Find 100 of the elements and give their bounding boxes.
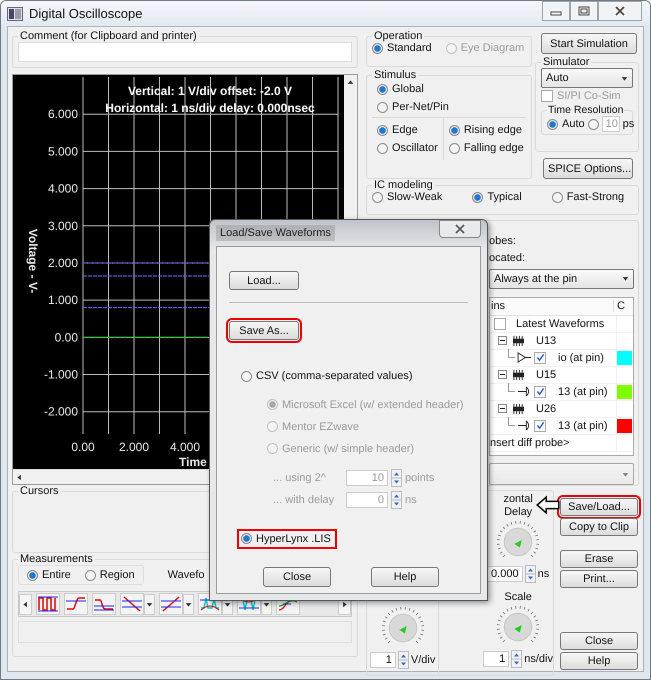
callout-arrow xyxy=(536,493,560,517)
caret-icon xyxy=(146,600,153,608)
axis-tick-label: 0.00 xyxy=(71,440,95,454)
dialog-button[interactable]: Help xyxy=(371,567,439,587)
radio-button[interactable]: Global xyxy=(377,83,526,95)
checkbox[interactable] xyxy=(534,386,546,398)
axis-tick-label: 1.000 xyxy=(48,293,78,308)
pin-icon xyxy=(517,386,532,398)
unit-label: ns xyxy=(538,568,550,580)
group-label: Stimulus xyxy=(373,69,418,81)
number-field[interactable]: 1 xyxy=(483,651,510,667)
spin-buttons[interactable] xyxy=(391,490,402,508)
field-label: ... using 2^ xyxy=(273,472,327,484)
start-simulation-button[interactable]: Start Simulation xyxy=(541,33,637,54)
tree-item[interactable]: 13 (at pin) xyxy=(558,420,608,432)
radio-button[interactable]: Typical xyxy=(472,191,522,203)
scroll-left-button[interactable] xyxy=(19,594,32,614)
axis-tick-label: 4.000 xyxy=(170,440,200,454)
axis-tick-label: -2.000 xyxy=(44,404,78,419)
dialog-button[interactable]: Close xyxy=(263,567,331,587)
checkbox[interactable] xyxy=(494,318,506,330)
maximize-button[interactable] xyxy=(570,1,598,21)
action-button[interactable]: Copy to Clip xyxy=(560,518,638,536)
dropdown-button[interactable] xyxy=(144,594,155,614)
radio-button[interactable]: Per-Net/Pin xyxy=(377,101,526,113)
field-label: obes: xyxy=(489,235,517,247)
dialog-title: Load/Save Waveforms xyxy=(216,225,335,241)
dropdown-button[interactable] xyxy=(183,594,194,614)
axis-tick-label: 3.000 xyxy=(48,218,78,233)
location-dropdown[interactable]: Always at the pin xyxy=(489,269,634,289)
comment-field[interactable] xyxy=(18,42,352,62)
checkbox[interactable] xyxy=(534,420,546,432)
tree-item[interactable]: io (at pin) xyxy=(558,352,604,364)
scroll-left-icon xyxy=(22,600,29,608)
radio-button[interactable]: Edge xyxy=(377,124,438,136)
slope-down-icon xyxy=(121,594,143,614)
window-title: Digital Oscilloscope xyxy=(29,6,142,21)
tree-item[interactable]: U13 xyxy=(536,334,556,347)
radio-button[interactable]: Rising edge xyxy=(448,124,524,136)
column-header: ins xyxy=(490,300,506,312)
action-button[interactable]: Close xyxy=(560,632,638,650)
radio-button[interactable]: Standard xyxy=(372,42,432,54)
simulator-dropdown[interactable]: Auto xyxy=(541,68,633,88)
tree-item[interactable]: nsert diff probe> xyxy=(490,436,616,449)
buffer-icon xyxy=(517,352,532,364)
color-swatch[interactable] xyxy=(617,418,632,433)
dropdown-caret-icon xyxy=(621,74,628,82)
close-button[interactable] xyxy=(598,1,642,21)
collapse-icon[interactable] xyxy=(498,336,507,346)
number-field[interactable]: 1 xyxy=(370,652,396,668)
axis-tick-label: 0.00 xyxy=(54,330,78,344)
dropdown-caret-icon xyxy=(622,275,629,282)
close-button[interactable] xyxy=(439,220,481,238)
checkbox[interactable] xyxy=(534,352,546,364)
color-swatch[interactable] xyxy=(617,384,632,399)
measure-tool-button[interactable] xyxy=(159,593,183,615)
radio-button[interactable]: Entire xyxy=(27,569,71,581)
spin-buttons[interactable] xyxy=(524,565,536,583)
chip-icon xyxy=(511,335,526,346)
axis-tick-label: 2.000 xyxy=(118,440,150,454)
collapse-icon[interactable] xyxy=(498,404,507,414)
action-button[interactable]: Help xyxy=(560,652,638,670)
spin-buttons[interactable] xyxy=(398,651,409,669)
spin-buttons[interactable] xyxy=(391,468,402,486)
pin-icon xyxy=(517,420,532,432)
axis-tick-label: 5.000 xyxy=(48,144,78,158)
measure-tool-button[interactable] xyxy=(36,593,60,615)
measure-tool-button[interactable] xyxy=(120,593,144,615)
action-button[interactable]: Save/Load... xyxy=(560,498,638,516)
field-label: ... with delay xyxy=(273,494,336,506)
axis-title: Time xyxy=(179,455,207,469)
action-button[interactable]: Print... xyxy=(560,570,638,588)
measure-tool-button[interactable] xyxy=(64,593,88,615)
axis-title: Voltage - V- xyxy=(26,228,40,294)
radio-button[interactable]: Region xyxy=(84,569,135,581)
minimize-button[interactable] xyxy=(542,1,570,21)
caret-icon xyxy=(185,600,192,608)
spin-buttons[interactable] xyxy=(511,650,522,668)
radio-button[interactable]: Slow-Weak xyxy=(372,191,442,203)
measure-tool-button[interactable] xyxy=(92,593,116,615)
save-as-button[interactable]: Save As... xyxy=(229,321,299,340)
collapse-icon[interactable] xyxy=(498,370,507,380)
tree-item[interactable]: U26 xyxy=(536,402,556,415)
scroll-up-icon xyxy=(347,79,354,86)
spice-options-button[interactable]: SPICE Options... xyxy=(543,158,633,179)
action-button[interactable]: Erase xyxy=(560,550,638,568)
radio-button[interactable]: Oscillator xyxy=(377,142,438,154)
tree-item[interactable]: U15 xyxy=(536,368,556,381)
radio-button[interactable]: Fast-Strong xyxy=(552,191,624,203)
radio-button[interactable]: Auto xyxy=(547,118,585,130)
tree-item[interactable]: Latest Waveforms xyxy=(516,318,604,330)
radio-button[interactable]: Falling edge xyxy=(448,142,524,154)
color-swatch[interactable] xyxy=(617,350,632,365)
number-field[interactable]: 0.000 xyxy=(487,566,523,582)
unit-label: points xyxy=(405,472,434,484)
tree-item[interactable]: 13 (at pin) xyxy=(558,386,608,398)
axis-tick-label: 2.000 xyxy=(48,256,78,270)
axis-tick-label: 4.000 xyxy=(48,182,78,196)
load-button[interactable]: Load... xyxy=(229,271,299,290)
radio-button[interactable]: CSV (comma-separated values) xyxy=(241,370,413,382)
